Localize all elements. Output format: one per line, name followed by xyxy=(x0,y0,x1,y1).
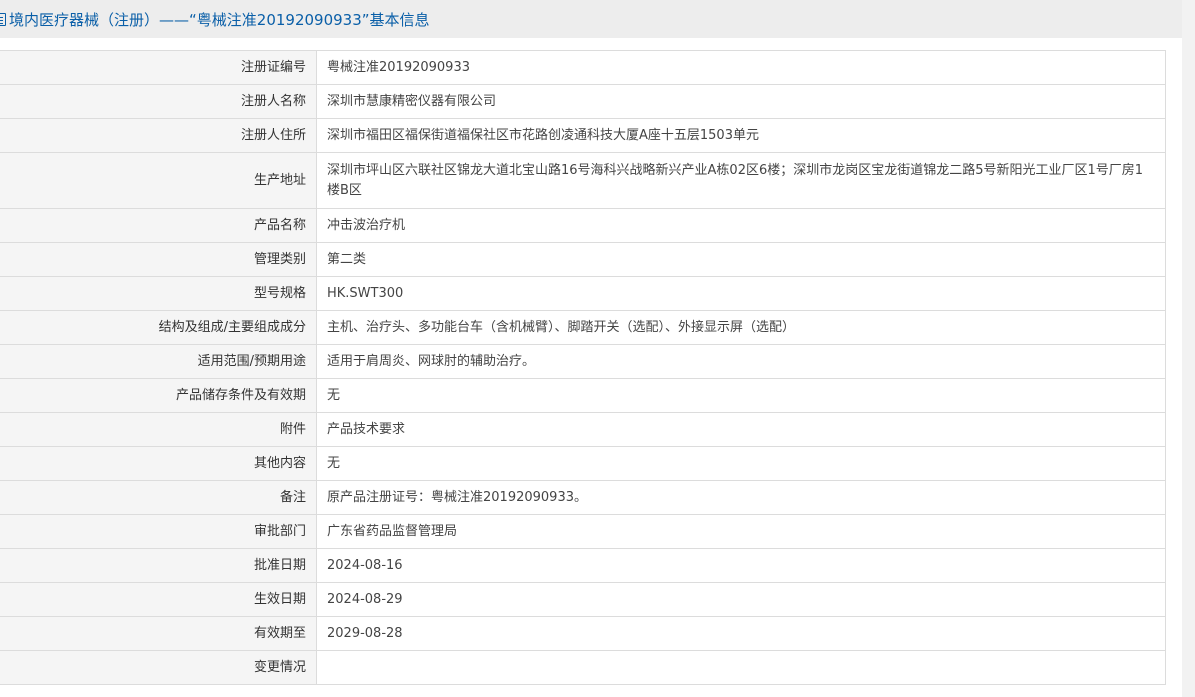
field-label: 适用范围/预期用途 xyxy=(0,344,317,379)
field-value: 深圳市福田区福保街道福保社区市花路创凌通科技大厦A座十五层1503单元 xyxy=(316,118,1166,153)
field-value: 2029-08-28 xyxy=(316,616,1166,651)
field-label: 产品名称 xyxy=(0,208,317,243)
field-value: 深圳市慧康精密仪器有限公司 xyxy=(316,84,1166,119)
field-label: 生效日期 xyxy=(0,582,317,617)
field-value: 适用于肩周炎、网球肘的辅助治疗。 xyxy=(316,344,1166,379)
field-value xyxy=(316,650,1166,685)
field-label: 生产地址 xyxy=(0,152,317,209)
field-label: 附件 xyxy=(0,412,317,447)
field-value: 粤械注准20192090933 xyxy=(316,50,1166,85)
field-label: 审批部门 xyxy=(0,514,317,549)
table-row: 附件 产品技术要求 xyxy=(0,412,1166,447)
field-value: 主机、治疗头、多功能台车（含机械臂）、脚踏开关（选配）、外接显示屏（选配） xyxy=(316,310,1166,345)
table-row: 产品名称 冲击波治疗机 xyxy=(0,208,1166,243)
table-row: 注册证编号 粤械注准20192090933 xyxy=(0,50,1166,85)
field-label: 注册人住所 xyxy=(0,118,317,153)
field-label: 注册人名称 xyxy=(0,84,317,119)
field-value: 第二类 xyxy=(316,242,1166,277)
field-label: 备注 xyxy=(0,480,317,515)
table-row: 生效日期 2024-08-29 xyxy=(0,582,1166,617)
table-row: 适用范围/预期用途 适用于肩周炎、网球肘的辅助治疗。 xyxy=(0,344,1166,379)
field-label: 变更情况 xyxy=(0,650,317,685)
table-row: 注册人名称 深圳市慧康精密仪器有限公司 xyxy=(0,84,1166,119)
field-value: HK.SWT300 xyxy=(316,276,1166,311)
table-row: 结构及组成/主要组成成分 主机、治疗头、多功能台车（含机械臂）、脚踏开关（选配）… xyxy=(0,310,1166,345)
table-row: 生产地址 深圳市坪山区六联社区锦龙大道北宝山路16号海科兴战略新兴产业A栋02区… xyxy=(0,152,1166,209)
table-row: 产品储存条件及有效期 无 xyxy=(0,378,1166,413)
scrollbar-track[interactable] xyxy=(1182,0,1195,697)
field-label: 批准日期 xyxy=(0,548,317,583)
field-value: 广东省药品监督管理局 xyxy=(316,514,1166,549)
field-label: 产品储存条件及有效期 xyxy=(0,378,317,413)
table-row: 有效期至 2029-08-28 xyxy=(0,616,1166,651)
field-value: 2024-08-16 xyxy=(316,548,1166,583)
table-row: 备注 原产品注册证号：粤械注准20192090933。 xyxy=(0,480,1166,515)
field-value: 产品技术要求 xyxy=(316,412,1166,447)
table-row: 变更情况 xyxy=(0,650,1166,685)
table-row: 审批部门 广东省药品监督管理局 xyxy=(0,514,1166,549)
registration-info-table: 注册证编号 粤械注准20192090933 注册人名称 深圳市慧康精密仪器有限公… xyxy=(0,50,1166,685)
field-label: 结构及组成/主要组成成分 xyxy=(0,310,317,345)
table-row: 型号规格 HK.SWT300 xyxy=(0,276,1166,311)
field-label: 管理类别 xyxy=(0,242,317,277)
field-value: 冲击波治疗机 xyxy=(316,208,1166,243)
field-label: 注册证编号 xyxy=(0,50,317,85)
table-row: 注册人住所 深圳市福田区福保街道福保社区市花路创凌通科技大厦A座十五层1503单… xyxy=(0,118,1166,153)
document-icon xyxy=(0,12,6,26)
page-header: 境内医疗器械（注册）——“粤械注准20192090933”基本信息 xyxy=(0,0,1182,38)
field-value: 深圳市坪山区六联社区锦龙大道北宝山路16号海科兴战略新兴产业A栋02区6楼；深圳… xyxy=(316,152,1166,209)
page-title: 境内医疗器械（注册）——“粤械注准20192090933”基本信息 xyxy=(9,10,430,29)
field-value: 无 xyxy=(316,446,1166,481)
table-row: 其他内容 无 xyxy=(0,446,1166,481)
table-row: 批准日期 2024-08-16 xyxy=(0,548,1166,583)
field-value: 2024-08-29 xyxy=(316,582,1166,617)
field-label: 有效期至 xyxy=(0,616,317,651)
field-value: 无 xyxy=(316,378,1166,413)
field-label: 型号规格 xyxy=(0,276,317,311)
table-row: 管理类别 第二类 xyxy=(0,242,1166,277)
field-label: 其他内容 xyxy=(0,446,317,481)
field-value: 原产品注册证号：粤械注准20192090933。 xyxy=(316,480,1166,515)
